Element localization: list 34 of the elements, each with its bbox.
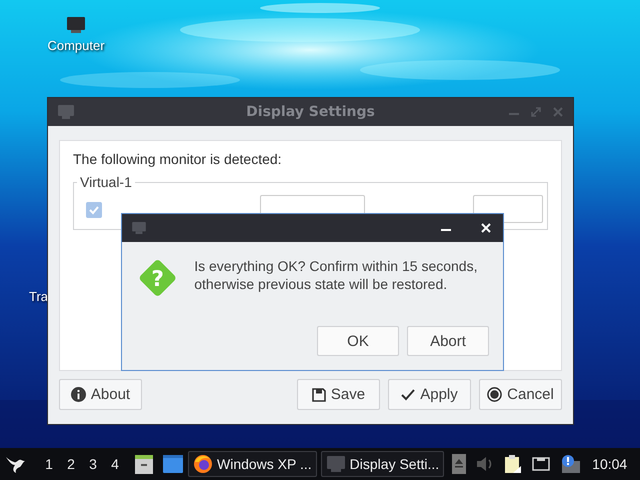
monitor-icon	[58, 105, 74, 119]
taskbar-button[interactable]: Display Setti...	[320, 451, 444, 477]
monitor-icon[interactable]	[67, 17, 85, 33]
browser-icon	[193, 454, 213, 474]
save-icon	[312, 388, 326, 402]
check-icon	[89, 205, 99, 215]
check-icon	[401, 388, 416, 400]
workspace-button[interactable]: 1	[38, 456, 60, 472]
abort-button[interactable]: Abort	[407, 326, 489, 356]
confirm-message: Is everything OK? Confirm within 15 seconds, otherwise previous state will be restored.	[194, 257, 478, 293]
clipboard-icon[interactable]	[504, 454, 522, 474]
desktop-icon-label[interactable]: Tra	[29, 289, 48, 304]
workspace-button[interactable]: 4	[104, 456, 126, 472]
clock[interactable]: 10:04	[592, 456, 628, 472]
workspace-button[interactable]: 3	[82, 456, 104, 472]
ok-button[interactable]: OK	[317, 326, 399, 356]
window-icon[interactable]	[162, 454, 184, 474]
monitor-name: Virtual-1	[77, 174, 135, 190]
cancel-button[interactable]: Cancel	[479, 379, 562, 410]
taskbar-button[interactable]: Windows XP ...	[188, 451, 317, 477]
info-icon	[70, 387, 86, 402]
file-cabinet-icon[interactable]	[133, 453, 155, 475]
workspace-button[interactable]: 2	[60, 456, 82, 472]
about-button[interactable]: About	[59, 379, 142, 410]
notification-icon[interactable]	[560, 454, 582, 474]
save-button[interactable]: Save	[297, 379, 380, 410]
monitor-icon	[132, 222, 146, 234]
monitor-icon	[326, 455, 346, 473]
intro-text: The following monitor is detected:	[73, 151, 283, 167]
apply-button[interactable]: Apply	[388, 379, 471, 410]
window-title: Display Settings	[246, 104, 375, 120]
stop-icon	[487, 387, 502, 402]
eject-icon[interactable]	[452, 454, 466, 474]
network-icon[interactable]	[532, 456, 550, 472]
